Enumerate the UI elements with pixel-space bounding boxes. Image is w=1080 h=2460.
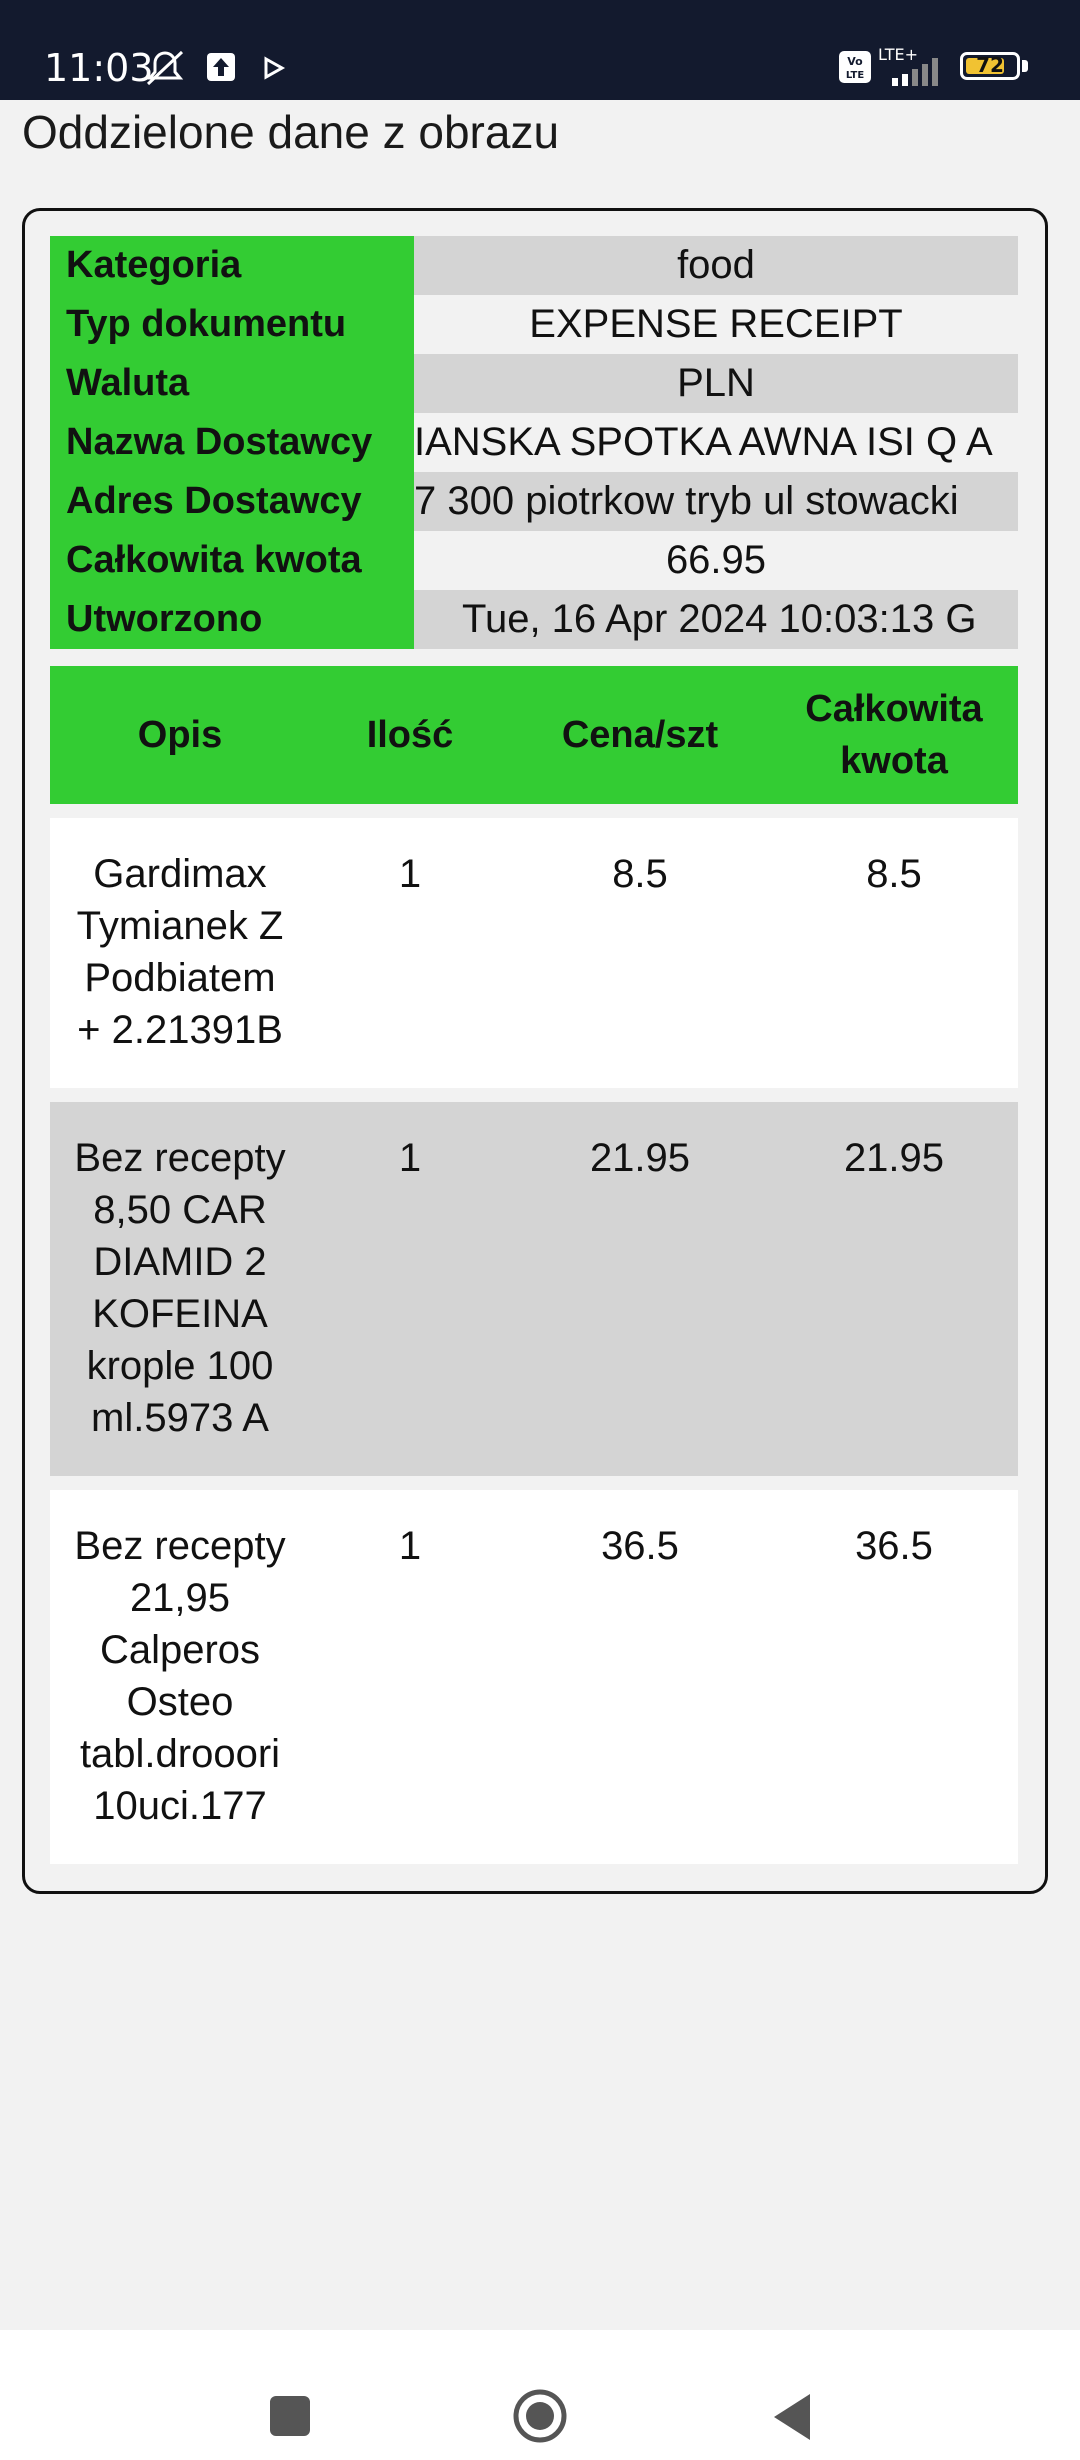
- recents-button[interactable]: [270, 2396, 310, 2436]
- info-value: IANSKA SPOTKA AWNA ISI Q A: [414, 413, 1018, 472]
- items-table-header: Opis Ilość Cena/szt Całkowita kwota: [50, 666, 1018, 804]
- item-description-line: Podbiatem: [84, 956, 276, 1000]
- status-bar: 11:03 Vo LTE LTE+ 72: [0, 0, 1080, 100]
- info-value: food: [414, 236, 1018, 295]
- info-key: Nazwa Dostawcy: [50, 413, 414, 472]
- info-key: Adres Dostawcy: [50, 472, 414, 531]
- upload-icon: [206, 52, 236, 86]
- info-key: Kategoria: [50, 236, 414, 295]
- info-row-supplier-address: Adres Dostawcy 7 300 piotrkow tryb ul st…: [50, 472, 1018, 531]
- info-row-category: Kategoria food: [50, 236, 1018, 295]
- svg-text:Vo: Vo: [847, 55, 863, 68]
- item-description: Bez recepty 8,50 CAR DIAMID 2 KOFEINA kr…: [50, 1132, 310, 1476]
- info-key: Typ dokumentu: [50, 295, 414, 354]
- item-quantity: 1: [398, 1136, 422, 1180]
- volte-icon: Vo LTE: [838, 50, 872, 88]
- table-row: Gardimax Tymianek Z Podbiatem + 2.21391B…: [50, 818, 1018, 1088]
- info-key: Całkowita kwota: [50, 531, 414, 590]
- home-button[interactable]: [512, 2388, 568, 2444]
- item-description-line: Osteo: [126, 1680, 234, 1724]
- status-time: 11:03: [44, 46, 154, 90]
- item-unit-price: 36.5: [601, 1524, 679, 1568]
- item-description-line: 21,95: [129, 1576, 231, 1620]
- info-table: Kategoria food Typ dokumentu EXPENSE REC…: [50, 236, 1018, 649]
- item-description: Bez recepty 21,95 Calperos Osteo tabl.dr…: [50, 1520, 310, 1864]
- item-description-line: 10uci.177: [93, 1784, 267, 1828]
- info-value: 7 300 piotrkow tryb ul stowacki: [414, 472, 1018, 531]
- header-quantity: Ilość: [366, 714, 454, 756]
- item-description-line: ml.5973 A: [91, 1396, 269, 1440]
- header-total: Całkowita kwota: [770, 683, 1018, 787]
- signal-icon: LTE+: [876, 44, 950, 92]
- info-value: 66.95: [414, 531, 1018, 590]
- info-value: EXPENSE RECEIPT: [414, 295, 1018, 354]
- info-row-created: Utworzono Tue, 16 Apr 2024 10:03:13 G: [50, 590, 1018, 649]
- item-total: 8.5: [866, 852, 922, 896]
- info-key: Utworzono: [50, 590, 414, 649]
- item-description-line: Calperos: [99, 1628, 261, 1672]
- page-title: Oddzielone dane z obrazu: [22, 106, 560, 158]
- item-description-line: Bez recepty: [74, 1524, 286, 1568]
- header-unit-price: Cena/szt: [561, 714, 719, 756]
- item-description-line: 8,50 CAR: [93, 1188, 267, 1232]
- table-row: Bez recepty 8,50 CAR DIAMID 2 KOFEINA kr…: [50, 1102, 1018, 1476]
- play-icon: [262, 56, 286, 84]
- item-description-line: tabl.drooori: [79, 1732, 281, 1776]
- info-row-total-amount: Całkowita kwota 66.95: [50, 531, 1018, 590]
- info-row-document-type: Typ dokumentu EXPENSE RECEIPT: [50, 295, 1018, 354]
- item-description-line: Bez recepty: [74, 1136, 286, 1180]
- info-row-supplier-name: Nazwa Dostawcy IANSKA SPOTKA AWNA ISI Q …: [50, 413, 1018, 472]
- battery-icon: 72: [960, 52, 1020, 80]
- navigation-bar: [0, 2330, 1080, 2460]
- item-description: Gardimax Tymianek Z Podbiatem + 2.21391B: [50, 848, 310, 1088]
- table-row: Bez recepty 21,95 Calperos Osteo tabl.dr…: [50, 1490, 1018, 1864]
- item-description-line: KOFEINA: [92, 1292, 268, 1336]
- info-value: PLN: [414, 354, 1018, 413]
- item-quantity: 1: [398, 1524, 422, 1568]
- item-quantity: 1: [398, 852, 422, 896]
- header-total-line1: Całkowita: [805, 688, 983, 730]
- svg-text:LTE+: LTE+: [878, 45, 918, 64]
- mute-icon: [142, 48, 188, 92]
- item-unit-price: 21.95: [589, 1136, 691, 1180]
- header-total-line2: kwota: [840, 740, 948, 782]
- battery-level: 72: [976, 53, 1004, 77]
- item-total: 36.5: [855, 1524, 933, 1568]
- item-total: 21.95: [843, 1136, 945, 1180]
- svg-text:LTE: LTE: [846, 70, 865, 81]
- back-button[interactable]: [768, 2390, 818, 2444]
- item-unit-price: 8.5: [612, 852, 668, 896]
- info-row-currency: Waluta PLN: [50, 354, 1018, 413]
- item-description-line: + 2.21391B: [77, 1008, 283, 1052]
- info-value: Tue, 16 Apr 2024 10:03:13 G: [414, 590, 1018, 649]
- item-description-line: krople 100: [86, 1344, 274, 1388]
- item-description-line: Tymianek Z: [76, 904, 284, 948]
- info-key: Waluta: [50, 354, 414, 413]
- item-description-line: Gardimax: [93, 852, 267, 896]
- item-description-line: DIAMID 2: [93, 1240, 267, 1284]
- header-description: Opis: [137, 714, 223, 756]
